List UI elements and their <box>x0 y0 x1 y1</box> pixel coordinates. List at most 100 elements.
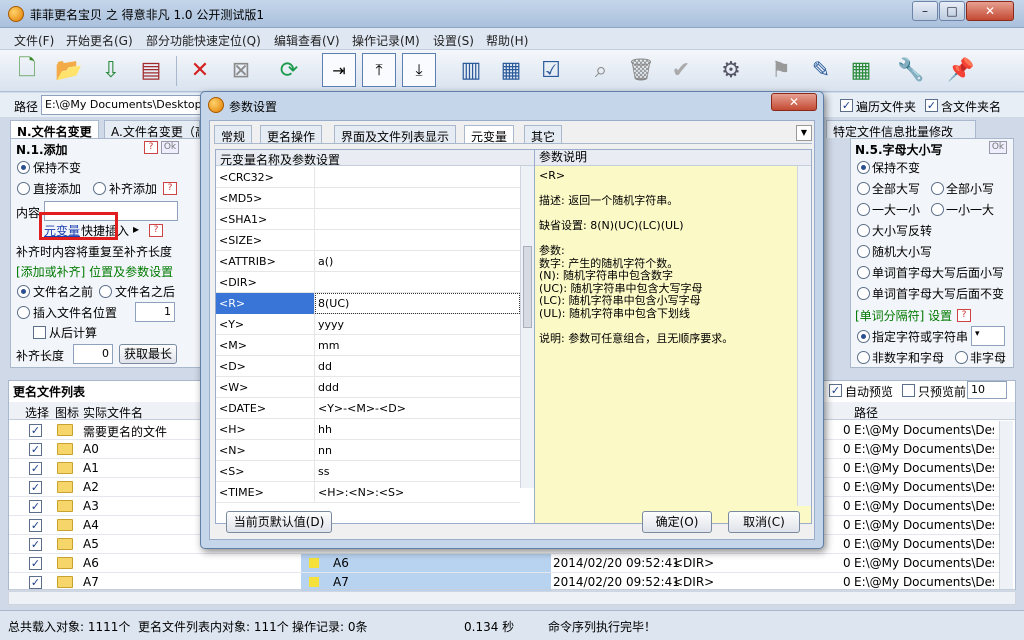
trash-icon[interactable]: 🗑 <box>624 53 658 87</box>
insert-pos-radio[interactable] <box>17 306 30 319</box>
help-button[interactable]: ? <box>163 182 177 195</box>
delete-icon[interactable]: ✕ <box>183 53 217 87</box>
cancel-button[interactable]: 取消(C) <box>728 511 800 533</box>
case-title-lower-radio[interactable] <box>857 266 870 279</box>
spreadsheet-icon[interactable]: ▦ <box>844 53 878 87</box>
row-select-checkbox[interactable]: ✓ <box>29 519 42 532</box>
dlg-tab-general[interactable]: 常规 <box>214 125 253 144</box>
before-name-radio[interactable] <box>17 285 30 298</box>
metavar-row[interactable]: <H> hh <box>216 419 520 440</box>
case-lower-radio[interactable] <box>931 182 944 195</box>
metavar-row[interactable]: <MD5> <box>216 188 520 209</box>
metavar-row[interactable]: <S> ss <box>216 461 520 482</box>
row-select-checkbox[interactable]: ✓ <box>29 481 42 494</box>
row-select-checkbox[interactable]: ✓ <box>29 443 42 456</box>
menu-history[interactable]: 操作记录(M) <box>352 32 420 49</box>
insert-pos-input[interactable]: 1 <box>135 302 175 322</box>
col-path[interactable]: 路径 <box>854 404 878 421</box>
chevron-right-icon[interactable]: ▸ <box>133 222 139 236</box>
get-max-length-button[interactable]: 获取最长 <box>119 344 177 364</box>
metavar-row[interactable]: <ATTRIB> a() <box>216 251 520 272</box>
case-title-keep-radio[interactable] <box>857 287 870 300</box>
minimize-button[interactable]: – <box>912 1 938 21</box>
tools-icon[interactable]: 🔧 <box>894 53 928 87</box>
columns-left-icon[interactable]: ▥ <box>454 53 488 87</box>
tab-overflow-dropdown-icon[interactable]: ▼ <box>796 125 812 141</box>
metavar-row[interactable]: <R> 8(UC) <box>216 293 520 314</box>
row-select-checkbox[interactable]: ✓ <box>29 500 42 513</box>
case-random-radio[interactable] <box>857 245 870 258</box>
metavar-value[interactable]: 8(UC) <box>318 297 349 310</box>
table-row[interactable]: ✓ A6 A6 2014/02/20 09:52:41 <DIR> 0 E:\@My Doc… <box>9 554 999 573</box>
tab-file-info-batch[interactable]: 特定文件信息批量修改 <box>826 120 976 139</box>
metavar-row[interactable]: <SIZE> <box>216 230 520 251</box>
help-button[interactable]: ? <box>149 224 163 237</box>
case-upper-radio[interactable] <box>857 182 870 195</box>
col-select[interactable]: 选择 <box>25 404 49 421</box>
menu-start-rename[interactable]: 开始更名(G) <box>66 32 133 49</box>
dialog-close-button[interactable]: ✕ <box>771 93 817 111</box>
pad-length-input[interactable]: 0 <box>73 344 113 364</box>
row-select-checkbox[interactable]: ✓ <box>29 557 42 570</box>
metavar-row[interactable]: <N> nn <box>216 440 520 461</box>
dlg-tab-metavar[interactable]: 元变量 <box>464 125 515 144</box>
metavar-row[interactable]: <DATE> <Y>-<M>-<D> <box>216 398 520 419</box>
file-list-scrollbar[interactable] <box>999 421 1013 589</box>
desc-scrollbar[interactable] <box>797 166 811 506</box>
maximize-button[interactable]: □ <box>939 1 965 21</box>
row-select-checkbox[interactable]: ✓ <box>29 538 42 551</box>
menu-edit-view[interactable]: 编辑查看(V) <box>274 32 340 49</box>
keep-radio[interactable] <box>17 161 30 174</box>
ok-button[interactable]: 确定(O) <box>642 511 712 533</box>
dlg-tab-rename[interactable]: 更名操作 <box>260 125 323 144</box>
row-select-checkbox[interactable]: ✓ <box>29 462 42 475</box>
tab-name-change[interactable]: N.文件名变更 <box>10 120 99 139</box>
checklist-icon[interactable]: ☑ <box>534 53 568 87</box>
move-bottom-icon[interactable]: ⤓ <box>402 53 436 87</box>
ok-mini-button[interactable]: Ok <box>161 141 179 154</box>
help-button[interactable]: ? <box>957 309 971 322</box>
row-select-checkbox[interactable]: ✓ <box>29 424 42 437</box>
move-top-icon[interactable]: ⤒ <box>362 53 396 87</box>
separator-select[interactable]: ▾ <box>971 326 1005 346</box>
traverse-folders-checkbox[interactable]: ✓ <box>840 99 853 112</box>
new-file-icon[interactable]: 🗋 <box>10 53 44 87</box>
menu-file[interactable]: 文件(F) <box>14 32 54 49</box>
flag-icon[interactable]: ⚑ <box>764 53 798 87</box>
case-ul-radio[interactable] <box>857 203 870 216</box>
metavar-row[interactable]: <CRC32> <box>216 167 520 188</box>
non-letter-radio[interactable] <box>955 351 968 364</box>
non-digit-radio[interactable] <box>857 351 870 364</box>
sliders-icon[interactable]: ⚙ <box>714 53 748 87</box>
move-right-icon[interactable]: ⇥ <box>322 53 356 87</box>
dlg-tab-other[interactable]: 其它 <box>524 125 563 144</box>
case-invert-radio[interactable] <box>857 224 870 237</box>
pin-icon[interactable]: 📌 <box>944 53 978 87</box>
metavar-row[interactable]: <M> mm <box>216 335 520 356</box>
menu-settings[interactable]: 设置(S) <box>433 32 474 49</box>
case-keep-radio[interactable] <box>857 161 870 174</box>
preview-count-input[interactable]: 10 <box>967 381 1007 399</box>
import-icon[interactable]: ⇩ <box>94 53 128 87</box>
grid-scroll-thumb[interactable] <box>523 246 532 328</box>
remove-icon[interactable]: ⊠ <box>224 53 258 87</box>
metavar-row[interactable]: <DIR> <box>216 272 520 293</box>
specified-radio[interactable] <box>857 330 870 343</box>
file-list-hscrollbar[interactable] <box>8 591 1016 605</box>
direct-add-radio[interactable] <box>17 182 30 195</box>
from-end-checkbox[interactable] <box>33 326 46 339</box>
metavar-row[interactable]: <D> dd <box>216 356 520 377</box>
default-page-button[interactable]: 当前页默认值(D) <box>226 511 332 533</box>
path-input[interactable]: E:\@My Documents\Desktop\ <box>41 95 201 115</box>
metavar-row[interactable]: <SHA1> <box>216 209 520 230</box>
col-name[interactable]: 实际文件名 <box>83 404 143 421</box>
auto-preview-checkbox[interactable]: ✓ <box>829 384 842 397</box>
dlg-tab-ui[interactable]: 界面及文件列表显示 <box>334 125 457 144</box>
ok-mini-button[interactable]: Ok <box>989 141 1007 154</box>
metavar-row[interactable]: <TIME> <H>:<N>:<S> <box>216 482 520 503</box>
confirm-icon[interactable]: ✔ <box>664 53 698 87</box>
row-select-checkbox[interactable]: ✓ <box>29 576 42 589</box>
menu-quick-locate[interactable]: 部分功能快速定位(Q) <box>146 32 261 49</box>
menu-help[interactable]: 帮助(H) <box>486 32 528 49</box>
grid-scrollbar[interactable] <box>520 166 534 488</box>
